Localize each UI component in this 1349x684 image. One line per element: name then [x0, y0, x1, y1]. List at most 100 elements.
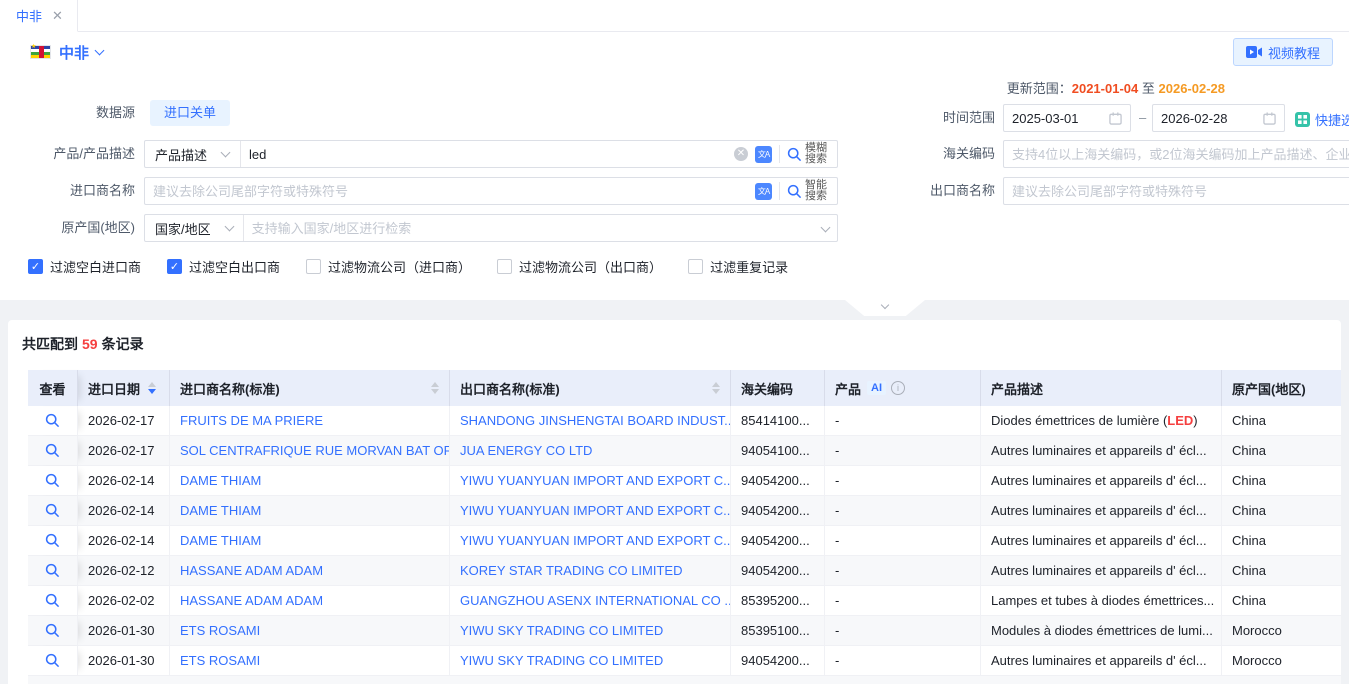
- filter-checkbox[interactable]: ✓ 过滤重复记录: [688, 257, 788, 276]
- shortcut-icon: [1295, 112, 1310, 127]
- view-detail-button[interactable]: [28, 406, 78, 435]
- view-detail-button[interactable]: [28, 646, 78, 675]
- origin-country-cell: China: [1222, 436, 1341, 465]
- product-search-group: 产品描述 ✕ 文A 模糊搜索: [144, 140, 838, 168]
- video-tutorial-button[interactable]: 视频教程: [1233, 38, 1333, 66]
- translate-icon[interactable]: 文A: [755, 146, 772, 163]
- chevron-down-icon[interactable]: [95, 45, 105, 55]
- calendar-icon: [1263, 112, 1276, 125]
- importer-link[interactable]: DAME THIAM: [180, 473, 261, 488]
- date-from-input[interactable]: 2025-03-01: [1003, 104, 1131, 132]
- view-detail-button[interactable]: [28, 466, 78, 495]
- view-detail-button[interactable]: [28, 436, 78, 465]
- product-desc-cell: Autres luminaires et appareils d' écl...: [981, 526, 1222, 555]
- checkbox-icon[interactable]: ✓: [306, 259, 321, 274]
- date-to-input[interactable]: 2026-02-28: [1152, 104, 1285, 132]
- importer-link[interactable]: HASSANE ADAM ADAM: [180, 563, 323, 578]
- sort-control[interactable]: [712, 382, 720, 394]
- product-cell: -: [825, 466, 981, 495]
- import-date-cell: 2026-02-02: [78, 586, 170, 615]
- import-date-cell: 2026-01-30: [78, 616, 170, 645]
- filter-checkbox[interactable]: ✓ 过滤空白进口商: [28, 257, 141, 276]
- country-type-select[interactable]: 国家/地区: [145, 215, 244, 241]
- exporter-name-input[interactable]: [1004, 178, 1349, 204]
- col-header-import-date[interactable]: 进口日期: [78, 370, 170, 406]
- exporter-link[interactable]: KOREY STAR TRADING CO LIMITED: [460, 563, 682, 578]
- clear-icon[interactable]: ✕: [734, 147, 748, 161]
- product-cell: -: [825, 406, 981, 435]
- hs-code-input[interactable]: [1004, 141, 1349, 167]
- filter-checkbox[interactable]: ✓ 过滤物流公司（进口商）: [306, 257, 471, 276]
- chevron-down-icon: [821, 222, 831, 232]
- sort-control[interactable]: [431, 382, 439, 394]
- product-description-input[interactable]: [241, 141, 734, 167]
- exporter-link[interactable]: GUANGZHOU ASENX INTERNATIONAL CO ...: [460, 593, 731, 608]
- product-cell: -: [825, 586, 981, 615]
- results-summary: 共匹配到59条记录: [22, 334, 144, 354]
- sort-control[interactable]: [148, 382, 156, 394]
- date-range-separator: –: [1139, 110, 1146, 125]
- exporter-link[interactable]: YIWU YUANYUAN IMPORT AND EXPORT C...: [460, 533, 731, 548]
- col-header-view: 查看: [28, 370, 78, 406]
- panel-gap: [0, 300, 1349, 320]
- fuzzy-search-button[interactable]: 模糊搜索: [787, 143, 829, 165]
- product-type-select[interactable]: 产品描述: [145, 141, 241, 167]
- product-cell: -: [825, 436, 981, 465]
- table-body: 2026-02-17 FRUITS DE MA PRIERE SHANDONG …: [28, 406, 1341, 676]
- col-header-importer[interactable]: 进口商名称(标准): [170, 370, 450, 406]
- filter-checkbox[interactable]: ✓ 过滤物流公司（出口商）: [497, 257, 662, 276]
- view-detail-button[interactable]: [28, 496, 78, 525]
- view-detail-button[interactable]: [28, 616, 78, 645]
- results-table: 查看 进口日期 进口商名称(标准) 出口商名称(标准) 海关编码 产品 AI i…: [28, 370, 1341, 684]
- filter-checkbox[interactable]: ✓ 过滤空白出口商: [167, 257, 280, 276]
- origin-country-group: 国家/地区: [144, 214, 838, 242]
- view-detail-button[interactable]: [28, 526, 78, 555]
- exporter-link[interactable]: YIWU SKY TRADING CO LIMITED: [460, 623, 663, 638]
- highlighted-term: LED: [1167, 413, 1193, 428]
- import-date-cell: 2026-02-12: [78, 556, 170, 585]
- importer-link[interactable]: DAME THIAM: [180, 503, 261, 518]
- checkbox-icon[interactable]: ✓: [688, 259, 703, 274]
- col-header-hs-code: 海关编码: [731, 370, 825, 406]
- exporter-link[interactable]: SHANDONG JINSHENGTAI BOARD INDUST...: [460, 413, 731, 428]
- origin-country-cell: Morocco: [1222, 616, 1341, 645]
- importer-link[interactable]: ETS ROSAMI: [180, 653, 260, 668]
- product-desc-cell: Autres luminaires et appareils d' écl...: [981, 466, 1222, 495]
- product-cell: -: [825, 556, 981, 585]
- checkbox-icon[interactable]: ✓: [497, 259, 512, 274]
- importer-link[interactable]: ETS ROSAMI: [180, 623, 260, 638]
- exporter-link[interactable]: YIWU SKY TRADING CO LIMITED: [460, 653, 663, 668]
- exporter-link[interactable]: YIWU YUANYUAN IMPORT AND EXPORT C...: [460, 503, 731, 518]
- table-row: 2026-02-14 DAME THIAM YIWU YUANYUAN IMPO…: [28, 466, 1341, 496]
- col-header-exporter[interactable]: 出口商名称(标准): [450, 370, 731, 406]
- checkbox-icon[interactable]: ✓: [28, 259, 43, 274]
- product-desc-cell: Autres luminaires et appareils d' écl...: [981, 436, 1222, 465]
- filter-checkbox-row: ✓ 过滤空白进口商 ✓ 过滤空白出口商 ✓ 过滤物流公司（进口商） ✓ 过滤物流…: [28, 257, 788, 276]
- magnifier-icon: [45, 503, 60, 518]
- exporter-link[interactable]: JUA ENERGY CO LTD: [460, 443, 592, 458]
- data-source-import-declarations[interactable]: 进口关单: [150, 100, 230, 126]
- tab-zhongfei[interactable]: 中非 ✕: [0, 0, 78, 32]
- importer-link[interactable]: HASSANE ADAM ADAM: [180, 593, 323, 608]
- view-detail-button[interactable]: [28, 586, 78, 615]
- importer-link[interactable]: DAME THIAM: [180, 533, 261, 548]
- translate-icon[interactable]: 文A: [755, 183, 772, 200]
- close-icon[interactable]: ✕: [52, 9, 63, 22]
- view-detail-button[interactable]: [28, 556, 78, 585]
- time-range-label: 时间范围: [860, 104, 995, 132]
- filter-label: 过滤空白出口商: [189, 257, 280, 276]
- smart-search-button[interactable]: 智能搜索: [787, 180, 829, 202]
- exporter-link[interactable]: YIWU YUANYUAN IMPORT AND EXPORT C...: [460, 473, 731, 488]
- importer-link[interactable]: FRUITS DE MA PRIERE: [180, 413, 323, 428]
- filter-label: 过滤物流公司（出口商）: [519, 257, 662, 276]
- importer-name-input[interactable]: [145, 178, 755, 204]
- search-icon: [787, 147, 802, 162]
- table-row: 2026-02-14 DAME THIAM YIWU YUANYUAN IMPO…: [28, 526, 1341, 556]
- tab-label: 中非: [16, 6, 42, 25]
- info-icon[interactable]: i: [891, 381, 905, 395]
- collapse-panel-button[interactable]: [845, 300, 925, 316]
- importer-link[interactable]: SOL CENTRAFRIQUE RUE MORVAN BAT OF...: [180, 443, 450, 458]
- quick-select-button[interactable]: 快捷选择: [1295, 110, 1349, 129]
- origin-country-input[interactable]: [244, 215, 815, 241]
- checkbox-icon[interactable]: ✓: [167, 259, 182, 274]
